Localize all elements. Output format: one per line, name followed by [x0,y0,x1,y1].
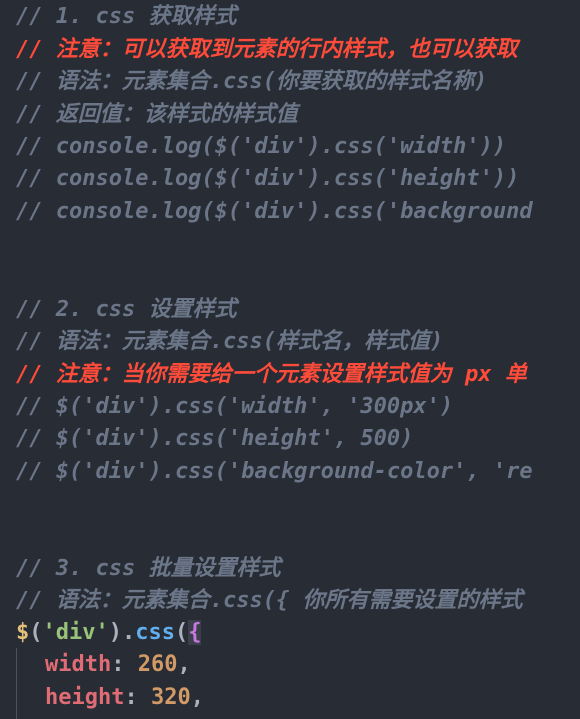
code-line-18: height: 320, [45,683,204,713]
code-line-15: // 语法：元素集合.css({ 你所有需要设置的样式 [16,588,523,613]
code-line-1: // 1. css 获取样式 [16,4,237,29]
paren-close: ) [108,620,122,645]
code-line-3: // 语法：元素集合.css(你要获取的样式名称) [16,69,488,94]
paren-open: ( [29,620,43,645]
value-height: 320 [150,685,191,710]
prop-width: width [45,652,112,677]
jquery-dollar: $ [16,620,30,645]
code-line-5: // console.log($('div').css('width')) [16,134,507,159]
css-method: css [135,620,175,645]
code-line-4: // 返回值：该样式的样式值 [16,102,298,127]
indent-guide [16,648,17,719]
prop-height: height [45,685,125,710]
comma: , [190,685,204,710]
code-line-2: // 注意：可以获取到元素的行内样式，也可以获取 [16,37,518,62]
comma: , [177,652,191,677]
code-line-11: // $('div').css('width', '300px') [16,394,454,419]
code-line-8: // 2. css 设置样式 [16,297,237,322]
code-line-6: // console.log($('div').css('height')) [16,166,520,191]
dot-operator: . [121,620,136,645]
brace-open: { [188,620,202,645]
code-line-7: // console.log($('div').css('background [16,199,533,224]
code-line-10: // 注意：当你需要给一个元素设置样式值为 px 单 [16,362,527,387]
code-line-12: // $('div').css('height', 500) [16,426,414,451]
code-line-9: // 语法：元素集合.css(样式名，样式值) [16,329,444,354]
paren-open-2: ( [174,620,189,645]
code-line-13: // $('div').css('background-color', 're [16,459,533,484]
colon: : [111,652,138,677]
colon: : [124,685,151,710]
code-editor[interactable]: // 1. css 获取样式 // 注意：可以获取到元素的行内样式，也可以获取 … [0,0,580,719]
code-line-17: width: 260, [45,650,191,680]
value-width: 260 [137,652,178,677]
code-line-14: // 3. css 批量设置样式 [16,556,281,581]
code-line-16: $('div').css({ [16,618,202,648]
selector-string: 'div' [42,620,109,645]
